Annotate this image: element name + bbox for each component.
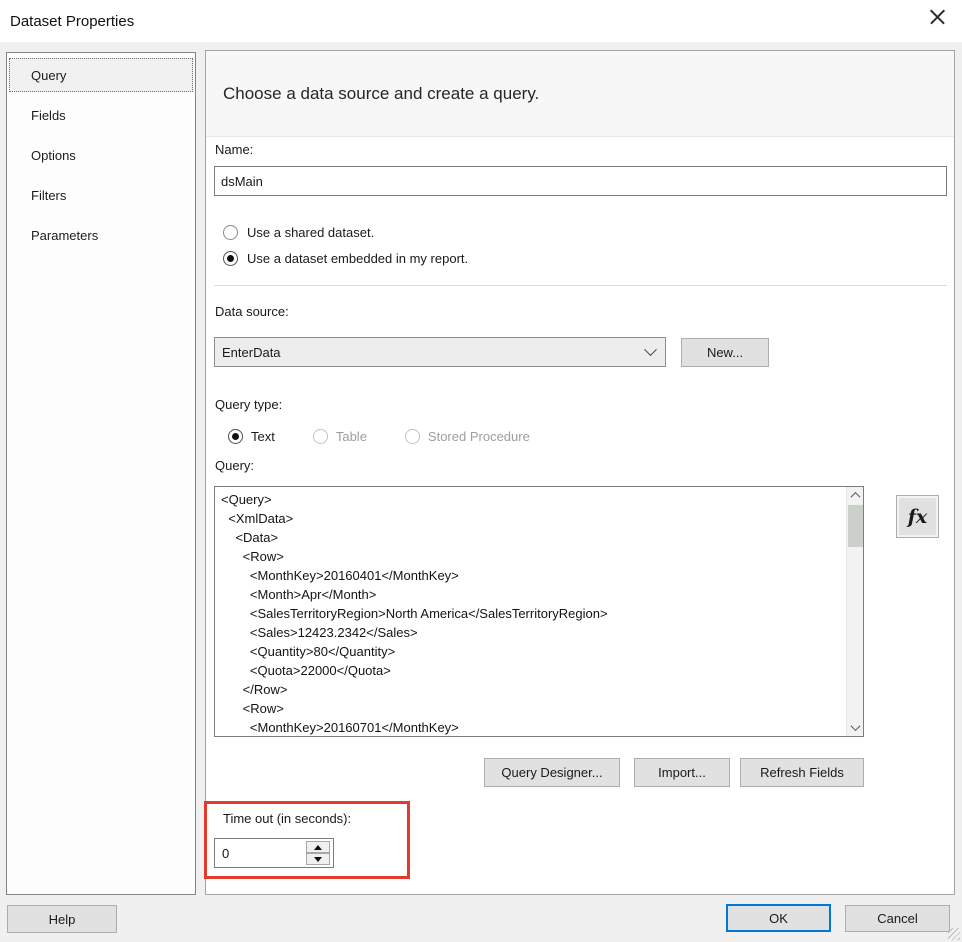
dataset-properties-dialog: Dataset Properties Query Fields Options …	[0, 0, 962, 942]
radio-query-type-stored-procedure: Stored Procedure	[405, 425, 530, 447]
chevron-up-glyph	[851, 492, 861, 502]
pages-sidebar: Query Fields Options Filters Parameters	[6, 52, 196, 895]
sidebar-item-parameters[interactable]: Parameters	[9, 218, 193, 252]
radio-use-embedded-dataset[interactable]: Use a dataset embedded in my report.	[223, 247, 468, 269]
query-type-radio-group: Text Table Stored Procedure	[228, 425, 530, 447]
data-source-label: Data source:	[215, 304, 289, 319]
query-text[interactable]: <Query> <XmlData> <Data> <Row> <MonthKey…	[215, 487, 863, 737]
dialog-title: Dataset Properties	[10, 0, 134, 42]
data-source-dropdown[interactable]: EnterData	[214, 337, 666, 367]
spinner-up-icon[interactable]	[306, 841, 330, 853]
import-button[interactable]: Import...	[634, 758, 730, 787]
expression-fx-button[interactable]: fx	[896, 495, 939, 538]
timeout-input[interactable]	[216, 840, 302, 866]
page-heading-band: Choose a data source and create a query.	[206, 51, 954, 137]
radio-use-shared-dataset[interactable]: Use a shared dataset.	[223, 221, 374, 243]
chevron-down-glyph	[851, 721, 861, 731]
ok-button[interactable]: OK	[726, 904, 831, 932]
spinner-down-icon[interactable]	[306, 853, 330, 865]
query-scrollbar[interactable]	[846, 487, 863, 736]
radio-label: Use a dataset embedded in my report.	[247, 251, 468, 266]
radio-label: Text	[251, 429, 275, 444]
close-icon[interactable]	[921, 2, 953, 32]
scroll-down-icon[interactable]	[847, 719, 864, 736]
radio-checked-icon	[228, 429, 243, 444]
page-heading: Choose a data source and create a query.	[223, 84, 539, 104]
query-label: Query:	[215, 458, 254, 473]
radio-label: Use a shared dataset.	[247, 225, 374, 240]
resize-grip[interactable]	[948, 928, 960, 940]
dataset-name-input[interactable]	[214, 166, 947, 196]
radio-query-type-table: Table	[313, 425, 367, 447]
refresh-fields-button[interactable]: Refresh Fields	[740, 758, 864, 787]
sidebar-item-filters[interactable]: Filters	[9, 178, 193, 212]
query-editor[interactable]: <Query> <XmlData> <Data> <Row> <MonthKey…	[214, 486, 864, 737]
sidebar-item-fields[interactable]: Fields	[9, 98, 193, 132]
data-source-selected-value: EnterData	[222, 345, 646, 360]
triangle-up-glyph	[314, 845, 322, 850]
sidebar-item-options[interactable]: Options	[9, 138, 193, 172]
radio-unchecked-icon	[223, 225, 238, 240]
chevron-down-icon	[644, 343, 657, 356]
radio-checked-icon	[223, 251, 238, 266]
radio-disabled-icon	[313, 429, 328, 444]
radio-label: Stored Procedure	[428, 429, 530, 444]
scrollbar-thumb[interactable]	[848, 505, 863, 547]
help-button[interactable]: Help	[7, 905, 117, 933]
triangle-down-glyph	[314, 857, 322, 862]
timeout-label: Time out (in seconds):	[223, 811, 351, 826]
query-type-label: Query type:	[215, 397, 282, 412]
cancel-button[interactable]: Cancel	[845, 905, 950, 932]
query-page-panel: Choose a data source and create a query.…	[205, 50, 955, 895]
sidebar-item-query[interactable]: Query	[9, 58, 193, 92]
new-data-source-button[interactable]: New...	[681, 338, 769, 367]
timeout-spinner	[214, 838, 334, 868]
radio-disabled-icon	[405, 429, 420, 444]
section-divider	[214, 285, 947, 286]
name-label: Name:	[215, 142, 253, 157]
query-designer-button[interactable]: Query Designer...	[484, 758, 620, 787]
radio-label: Table	[336, 429, 367, 444]
radio-query-type-text[interactable]: Text	[228, 425, 275, 447]
scroll-up-icon[interactable]	[847, 487, 864, 504]
title-bar: Dataset Properties	[0, 0, 962, 42]
